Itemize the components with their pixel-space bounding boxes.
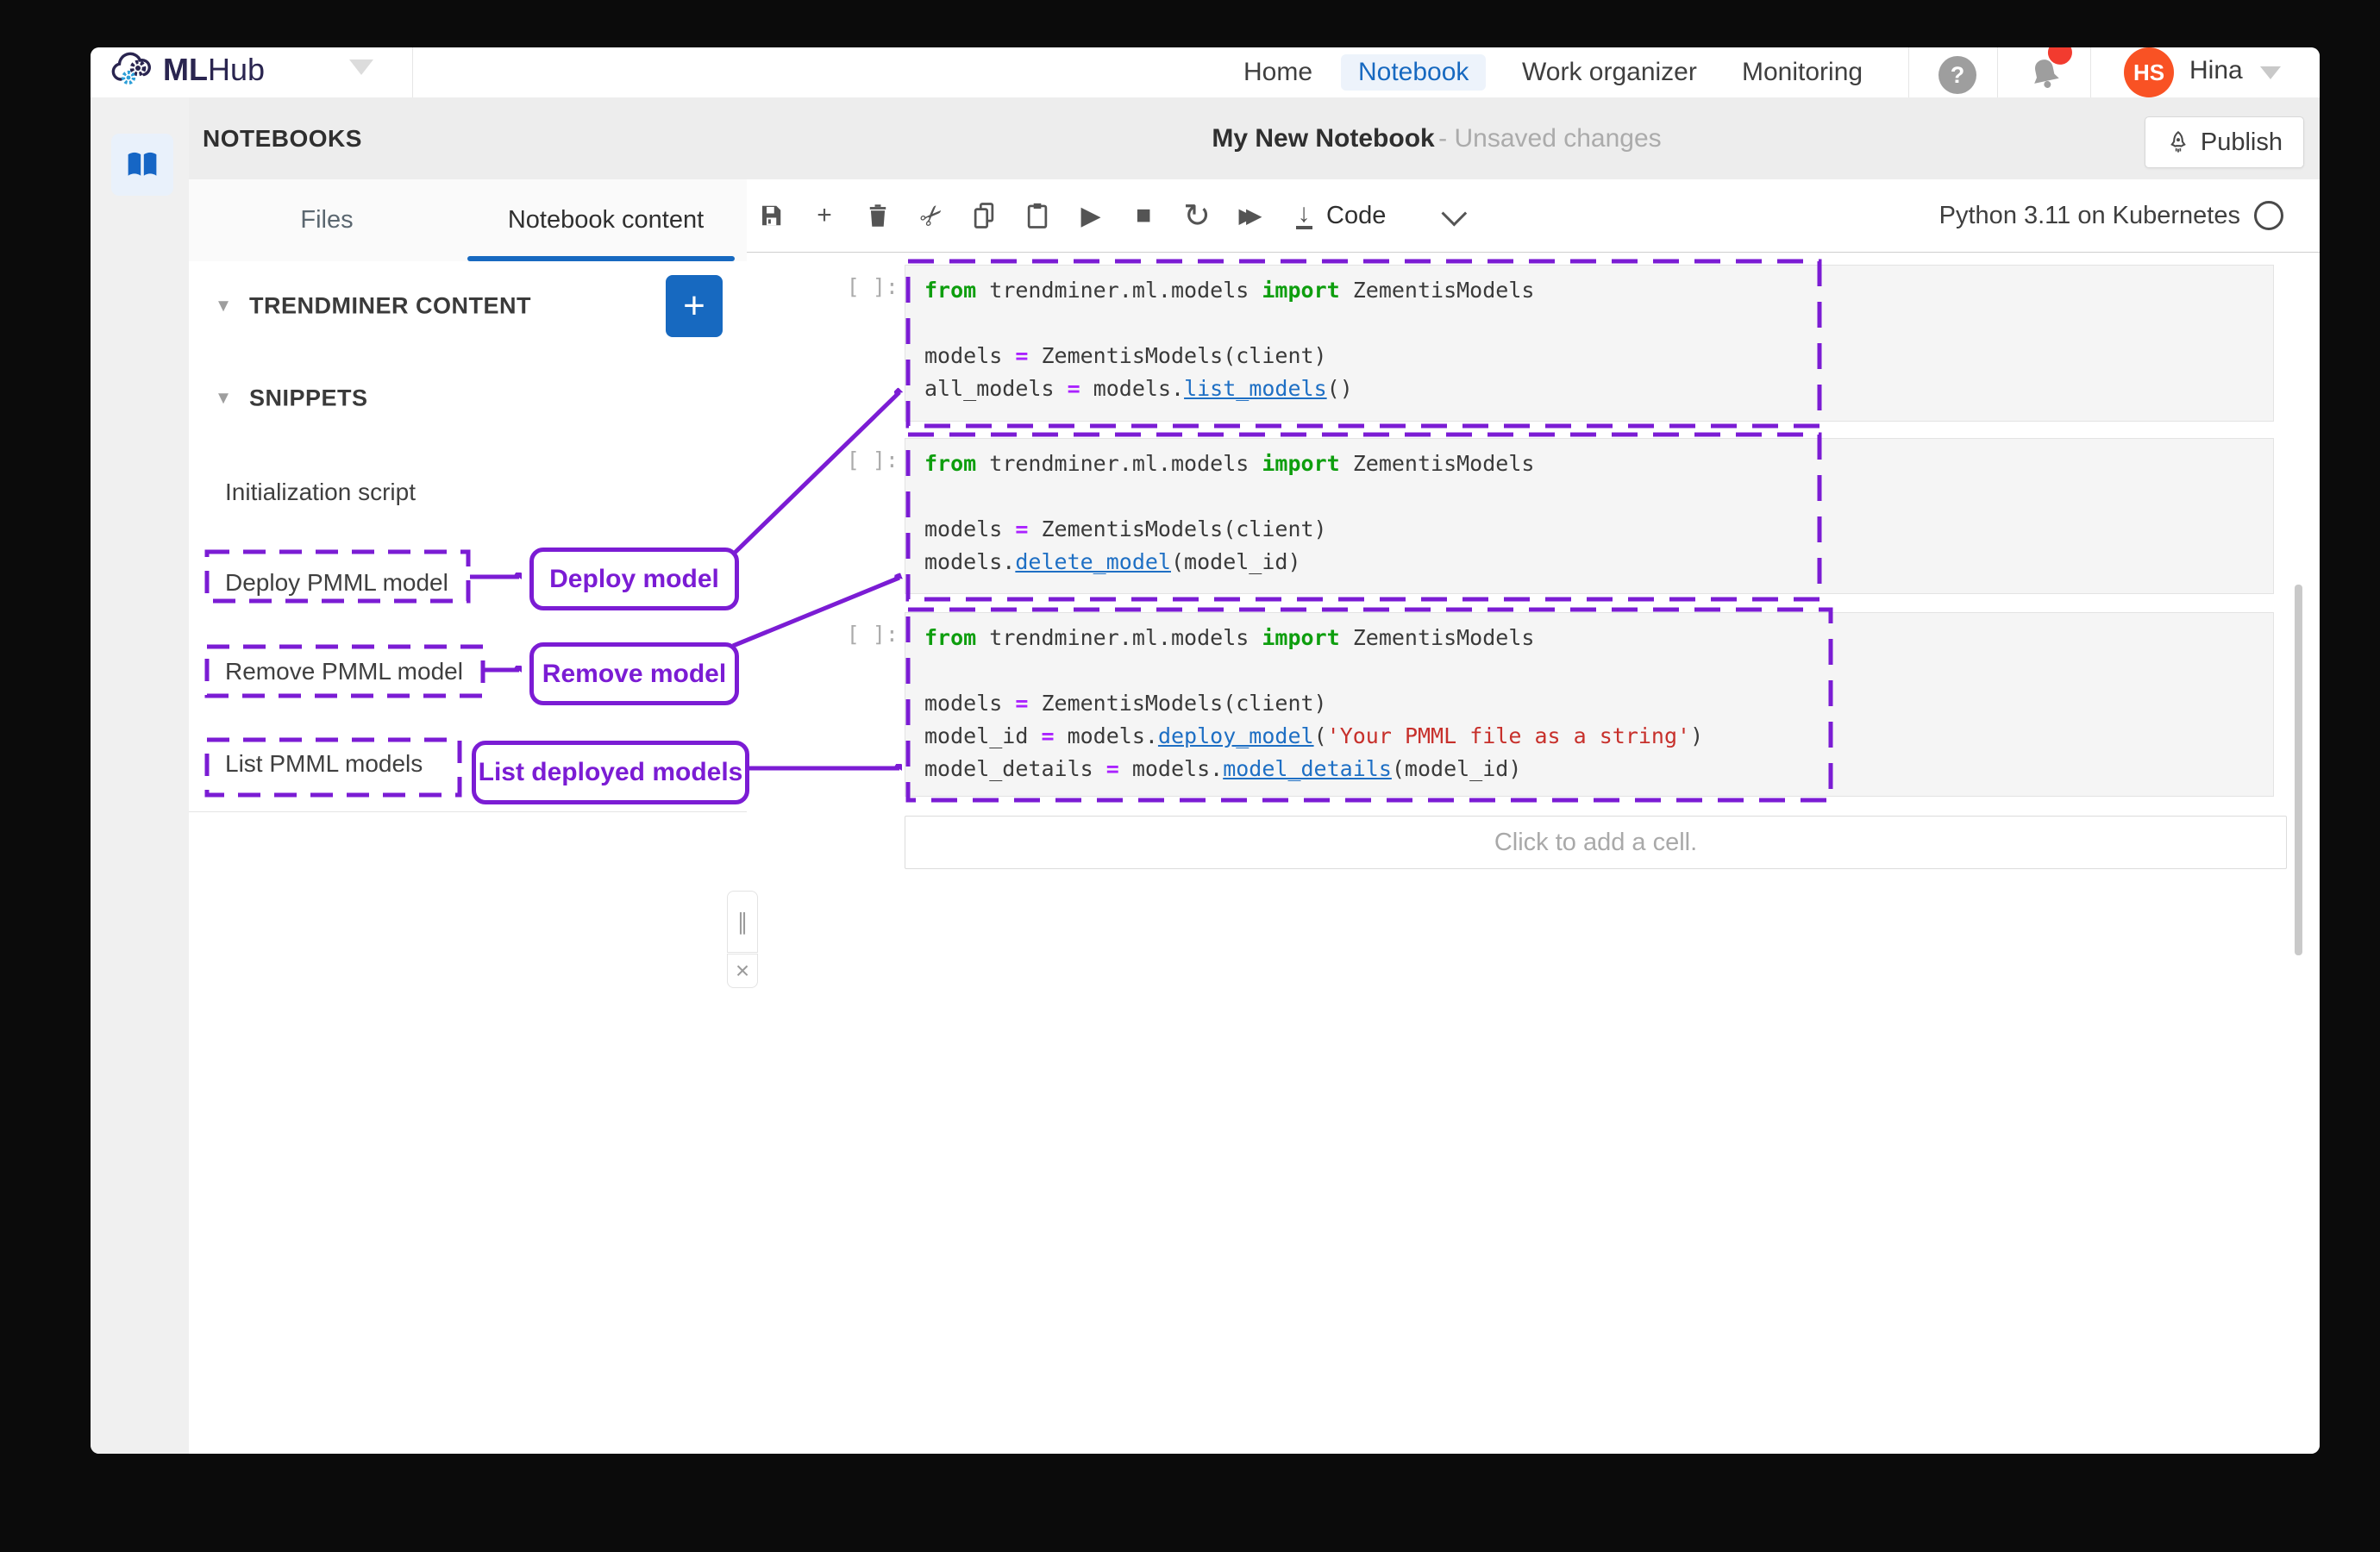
cell-type-dropdown[interactable]: Code: [1326, 179, 1461, 252]
divider: [1908, 47, 1909, 97]
collapse-caret-icon[interactable]: ▾: [218, 385, 229, 410]
add-cell-placeholder[interactable]: Click to add a cell.: [905, 816, 2287, 869]
code-content: from trendminer.ml.models import Zementi…: [905, 266, 2273, 405]
fast-forward-icon: ▶▶: [1239, 203, 1262, 228]
code-cell-2[interactable]: from trendminer.ml.models import Zementi…: [905, 438, 2274, 594]
divider: [1997, 47, 1998, 97]
nav-item-work-organizer[interactable]: Work organizer: [1522, 54, 1697, 91]
kernel-indicator[interactable]: Python 3.11 on Kubernetes: [1939, 179, 2283, 252]
download-icon: ↓: [1296, 202, 1312, 229]
section-snippets[interactable]: ▾ SNIPPETS: [189, 350, 747, 447]
sidebar: Files Notebook content ▾ TRENDMINER CONT…: [189, 179, 748, 1454]
notebook-toolbar: + ✂ ▶: [747, 179, 2320, 253]
user-menu-caret-icon[interactable]: [2260, 66, 2281, 79]
left-rail: [91, 97, 189, 1454]
download-button[interactable]: ↓: [1280, 179, 1328, 252]
save-icon: [758, 203, 784, 228]
notebook-title: My New Notebook - Unsaved changes: [1212, 97, 1661, 179]
book-icon: [123, 147, 161, 182]
snippet-label: List PMML models: [225, 750, 423, 778]
stop-kernel-button[interactable]: ■: [1119, 179, 1168, 252]
delete-cell-button[interactable]: [854, 179, 902, 252]
collapse-caret-icon[interactable]: ▾: [218, 292, 229, 317]
notebook-status-text: - Unsaved changes: [1438, 124, 1662, 153]
chevron-down-icon: [1442, 200, 1468, 226]
notifications-icon[interactable]: [2021, 51, 2070, 100]
paste-cells-button[interactable]: [1013, 179, 1062, 252]
sidebar-resize-handle[interactable]: ∥: [727, 891, 758, 953]
snippet-label: Initialization script: [225, 479, 416, 506]
add-cell-button[interactable]: +: [800, 179, 849, 252]
vertical-scrollbar[interactable]: [2295, 585, 2302, 955]
clipboard-icon: [1025, 202, 1049, 229]
user-name[interactable]: Hina: [2189, 56, 2243, 85]
snippet-initialization-script[interactable]: Initialization script: [189, 446, 747, 539]
cell-prompt: [ ]:: [833, 274, 899, 299]
code-cell-3[interactable]: from trendminer.ml.models import Zementi…: [905, 612, 2274, 797]
code-content: from trendminer.ml.models import Zementi…: [905, 613, 2273, 785]
add-content-button[interactable]: +: [666, 275, 723, 337]
snippet-label: Remove PMML model: [225, 658, 463, 685]
nav-item-notebook[interactable]: Notebook: [1341, 54, 1486, 91]
code-content: from trendminer.ml.models import Zementi…: [905, 439, 2273, 579]
annotation-callout-list-deployed-models: List deployed models: [472, 741, 749, 804]
annotation-callout-remove-model: Remove model: [529, 642, 739, 705]
brand-collapse-caret-icon[interactable]: [349, 59, 373, 75]
cell-prompt: [ ]:: [833, 447, 899, 472]
run-cell-button[interactable]: ▶: [1067, 179, 1115, 252]
notebook-main: + ✂ ▶: [747, 179, 2320, 1454]
sidebar-close-button[interactable]: ×: [727, 954, 758, 988]
nav-item-monitoring[interactable]: Monitoring: [1742, 54, 1863, 91]
divider: [412, 47, 413, 97]
fast-forward-button[interactable]: ▶▶: [1226, 179, 1275, 252]
annotation-callout-deploy-model: Deploy model: [529, 548, 739, 610]
mlhub-logo[interactable]: MLHub: [110, 51, 265, 89]
scissors-icon: ✂: [911, 196, 951, 235]
divider: [2090, 47, 2091, 97]
avatar[interactable]: HS: [2124, 47, 2174, 97]
publish-label: Publish: [2201, 128, 2283, 157]
copy-icon: [971, 202, 997, 229]
nav-item-home[interactable]: Home: [1243, 54, 1312, 91]
brand-text: MLHub: [163, 52, 265, 88]
header-band: NOTEBOOKS My New Notebook - Unsaved chan…: [189, 97, 2320, 180]
top-nav: MLHub Home Notebook Work organizer Monit…: [91, 47, 2320, 98]
notebooks-rail-button[interactable]: [111, 134, 173, 196]
tab-files[interactable]: Files: [189, 179, 465, 261]
panel-title: NOTEBOOKS: [203, 97, 362, 179]
help-icon[interactable]: ?: [1938, 56, 1976, 94]
section-trendminer-content[interactable]: ▾ TRENDMINER CONTENT +: [189, 261, 747, 351]
snippet-label: Deploy PMML model: [225, 569, 448, 597]
kernel-name: Python 3.11 on Kubernetes: [1939, 202, 2240, 230]
cell-prompt: [ ]:: [833, 622, 899, 647]
mlhub-logo-icon: [110, 51, 154, 89]
restart-kernel-button[interactable]: ↻: [1173, 179, 1221, 252]
code-cell-1[interactable]: from trendminer.ml.models import Zementi…: [905, 265, 2274, 422]
section-label: TRENDMINER CONTENT: [249, 292, 531, 319]
save-button[interactable]: [747, 179, 795, 252]
kernel-status-icon: [2254, 201, 2283, 230]
publish-rocket-icon: [2166, 130, 2190, 154]
app-window: MLHub Home Notebook Work organizer Monit…: [91, 47, 2320, 1454]
copy-cells-button[interactable]: [960, 179, 1008, 252]
sidebar-tabs: Files Notebook content: [189, 179, 747, 262]
cut-cells-button[interactable]: ✂: [907, 179, 955, 252]
tab-notebook-content[interactable]: Notebook content: [465, 179, 747, 261]
trash-icon: [866, 203, 890, 228]
section-label: SNIPPETS: [249, 385, 368, 411]
cell-type-value: Code: [1326, 202, 1386, 230]
notebook-title-text: My New Notebook: [1212, 124, 1434, 153]
publish-button[interactable]: Publish: [2145, 116, 2304, 168]
